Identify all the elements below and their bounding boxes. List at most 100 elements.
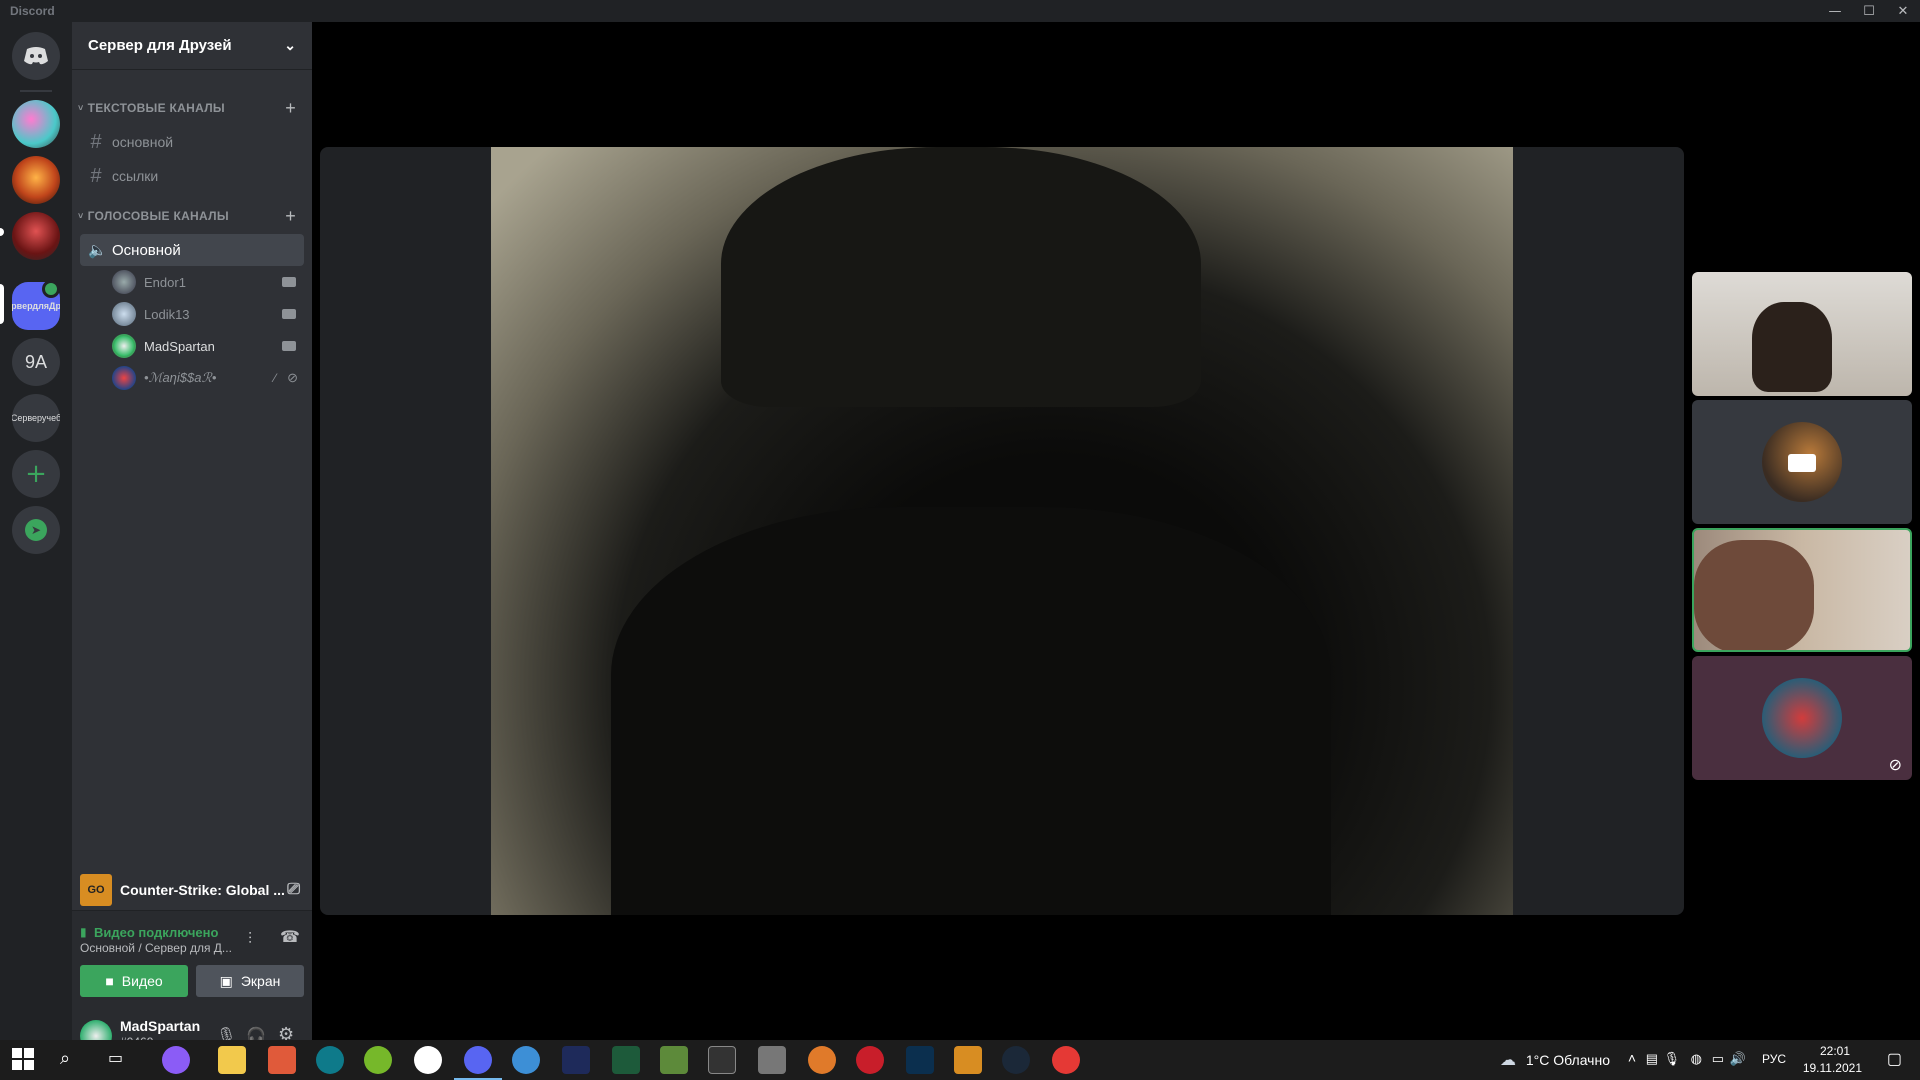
channel-sidebar: Сервер для Друзей ⌄ ˅ ТЕКСТОВЫЕ КАНАЛЫ +… (72, 22, 312, 1062)
tray-globe-icon[interactable]: ◍ (1691, 1051, 1702, 1067)
camera-icon (282, 309, 296, 319)
clock-date[interactable]: 19.11.2021 (1803, 1061, 1862, 1075)
disconnect-icon[interactable]: ☎ (280, 927, 300, 946)
activity-game: Counter-Strike: Global ... (120, 882, 285, 898)
camera-off-icon (1788, 454, 1816, 472)
voice-status: Видео подключено (94, 925, 219, 940)
activity-bar[interactable]: GO Counter-Strike: Global ... ⎚ (72, 870, 312, 910)
task-view-icon[interactable]: ▭ (108, 1048, 123, 1067)
discord-taskbar-icon[interactable] (464, 1046, 492, 1074)
app-icon-red[interactable] (268, 1046, 296, 1074)
guild-icon-1[interactable] (12, 100, 60, 148)
hash-icon: # (90, 130, 102, 153)
windows-start-icon[interactable] (12, 1048, 34, 1070)
hash-icon: # (90, 164, 102, 187)
avatar (112, 270, 136, 294)
app-icon-dark[interactable] (562, 1046, 590, 1074)
terminal-icon[interactable] (708, 1046, 736, 1074)
video-stage: ⊘ (312, 22, 1920, 1040)
video-tile-3[interactable] (1692, 528, 1912, 652)
tray-chevron-icon[interactable]: ˄ (1628, 1050, 1636, 1066)
window-titlebar: Discord — ☐ ✕ (0, 0, 1920, 22)
channel-ssylki[interactable]: # ссылки (80, 160, 304, 192)
app-icon-blue[interactable] (512, 1046, 540, 1074)
create-channel-icon[interactable]: + (285, 206, 296, 227)
screen-share-button[interactable]: ▣ Экран (196, 965, 304, 997)
photoshop-icon[interactable] (906, 1046, 934, 1074)
alice-icon[interactable] (162, 1046, 190, 1074)
guild-icon-3[interactable] (12, 212, 60, 260)
signal-icon: ▮ (80, 925, 87, 939)
edge-icon[interactable] (316, 1046, 344, 1074)
chevron-down-icon: ⌄ (284, 37, 296, 53)
server-name: Сервер для Друзей (88, 37, 232, 54)
noise-suppression-icon[interactable]: ⫶ (248, 929, 252, 949)
utorrent-icon[interactable] (364, 1046, 392, 1074)
tray-app-icon[interactable]: ▤ (1646, 1051, 1658, 1067)
video-camera-icon: ■ (105, 973, 114, 989)
csgo-taskbar-icon[interactable] (954, 1046, 982, 1074)
microphone-app-icon[interactable] (808, 1046, 836, 1074)
windows-taskbar: ⌕ ▭ ☁ 1°C Облачно ˄ ▤ 🎙 ◍ ▭ 🔊 РУС 22:01 … (0, 1040, 1920, 1080)
csgo-icon: GO (80, 874, 112, 906)
category-voice-channels[interactable]: ˅ ГОЛОСОВЫЕ КАНАЛЫ + (72, 204, 312, 228)
avatar (112, 366, 136, 390)
home-button[interactable] (12, 32, 60, 80)
explore-servers-button[interactable]: ➤ (12, 506, 60, 554)
create-channel-icon[interactable]: + (285, 98, 296, 119)
app-icon-record[interactable] (856, 1046, 884, 1074)
deafened-icon: ⊘ (287, 370, 298, 385)
camera-icon (282, 341, 296, 351)
video-tile-2[interactable] (1692, 400, 1912, 524)
media-player-icon[interactable] (1052, 1046, 1080, 1074)
voice-channel-osnovnoy[interactable]: 🔈 Основной (80, 234, 304, 266)
add-server-button[interactable]: + (12, 450, 60, 498)
stream-game-icon[interactable]: ⎚ (287, 881, 300, 899)
notifications-icon[interactable]: ▢ (1887, 1049, 1902, 1069)
cloud-icon: ☁ (1500, 1052, 1516, 1069)
discord-logo-icon (24, 47, 48, 65)
network-icon[interactable]: ▭ (1712, 1051, 1724, 1067)
video-badge-icon (42, 280, 60, 298)
minecraft-icon[interactable] (660, 1046, 688, 1074)
avatar (112, 334, 136, 358)
guild-icon-9a[interactable]: 9А (12, 338, 60, 386)
maximize-icon[interactable]: ☐ (1852, 0, 1886, 22)
webcam-video (491, 147, 1513, 915)
steam-icon[interactable] (1002, 1046, 1030, 1074)
yandex-browser-icon[interactable] (414, 1046, 442, 1074)
volume-icon[interactable]: 🔊 (1730, 1051, 1746, 1067)
voice-location[interactable]: Основной / Сервер для Д... (80, 941, 240, 955)
compass-icon: ➤ (25, 519, 47, 541)
voice-connection-panel: ▮ Видео подключено Основной / Сервер для… (72, 910, 312, 1010)
category-text-channels[interactable]: ˅ ТЕКСТОВЫЕ КАНАЛЫ + (72, 96, 312, 120)
video-button[interactable]: ■ Видео (80, 965, 188, 997)
voice-user-endor1[interactable]: Endor1 (112, 268, 304, 296)
guild-icon-2[interactable] (12, 156, 60, 204)
server-header[interactable]: Сервер для Друзей ⌄ (72, 22, 312, 70)
minimize-icon[interactable]: — (1818, 0, 1852, 22)
clock-time[interactable]: 22:01 (1820, 1044, 1850, 1058)
guild-icon-text[interactable]: Серверучеб (12, 394, 60, 442)
deafened-icon: ⊘ (1888, 755, 1902, 774)
guild-rail: ервердляДру 9А Серверучеб + ➤ (0, 22, 72, 1040)
username[interactable]: MadSpartan (120, 1018, 200, 1034)
voice-user-manissar[interactable]: •ℳaηi$$aℛ• ⁄ ⊘ (112, 364, 304, 392)
tools-icon[interactable] (758, 1046, 786, 1074)
voice-user-madspartan[interactable]: MadSpartan (112, 332, 304, 360)
focused-video-tile[interactable] (320, 147, 1684, 915)
language-indicator[interactable]: РУС (1762, 1052, 1786, 1066)
video-tile-4[interactable]: ⊘ (1692, 656, 1912, 780)
avatar (1762, 678, 1842, 758)
video-tile-1[interactable] (1692, 272, 1912, 396)
search-icon[interactable]: ⌕ (60, 1048, 70, 1069)
tray-mic-icon[interactable]: 🎙 (1663, 1051, 1680, 1067)
close-icon[interactable]: ✕ (1886, 0, 1920, 22)
camera-icon (282, 277, 296, 287)
file-explorer-icon[interactable] (218, 1046, 246, 1074)
app-icon-green[interactable] (612, 1046, 640, 1074)
voice-user-lodik13[interactable]: Lodik13 (112, 300, 304, 328)
channel-osnovnoy[interactable]: # основной (80, 126, 304, 158)
weather-text[interactable]: 1°C Облачно (1526, 1052, 1610, 1068)
app-title: Discord (10, 4, 55, 18)
